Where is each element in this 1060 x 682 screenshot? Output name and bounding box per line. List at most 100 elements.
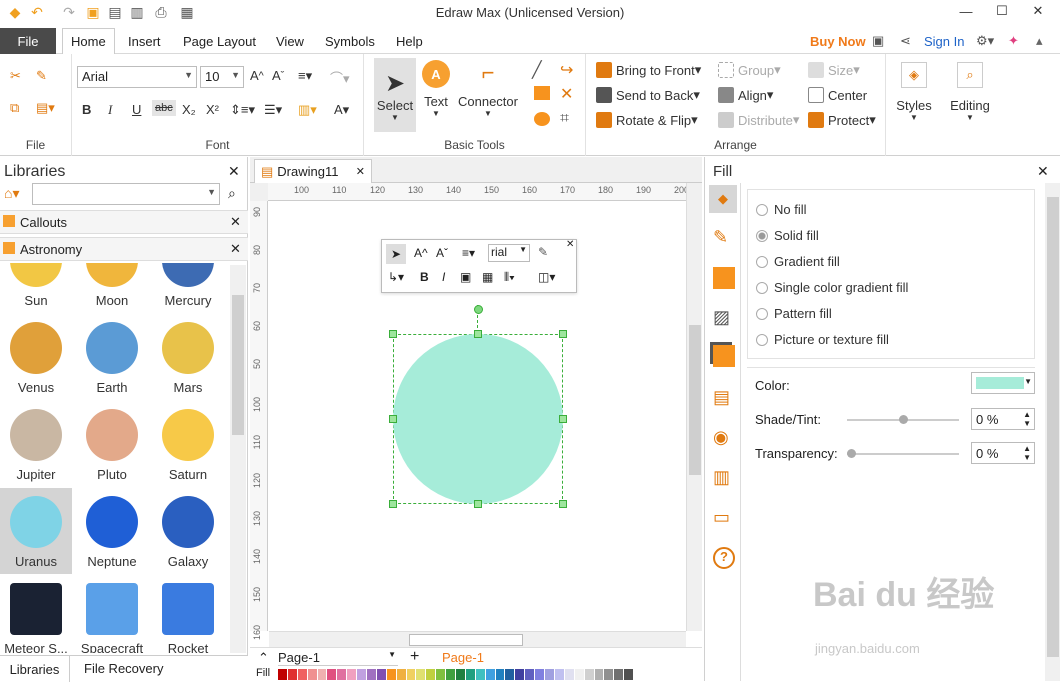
library-shape-uranus[interactable]: Uranus — [0, 488, 72, 574]
collapse-ribbon-icon[interactable]: ▴ — [1036, 28, 1043, 54]
radio-solid-fill[interactable]: Solid fill — [756, 228, 819, 243]
palette-color-swatch[interactable] — [495, 669, 506, 680]
library-shape-pluto[interactable]: Pluto — [76, 409, 148, 482]
resize-handle[interactable] — [559, 330, 567, 338]
page-setup-icon[interactable]: ▤ — [713, 387, 735, 409]
palette-color-swatch[interactable] — [376, 669, 387, 680]
page-tab[interactable]: Page-1 — [442, 650, 484, 665]
palette-color-swatch[interactable] — [337, 669, 348, 680]
palette-color-swatch[interactable] — [416, 669, 427, 680]
style-icon[interactable]: ◫▾ — [538, 270, 555, 284]
resize-handle[interactable] — [389, 330, 397, 338]
align-icon[interactable]: ≡▾ — [462, 246, 475, 260]
palette-color-swatch[interactable] — [297, 669, 308, 680]
size-button[interactable]: Size ▾ — [808, 62, 860, 78]
styles-button[interactable]: ◈ Styles ▼ — [896, 62, 932, 122]
subscript-icon[interactable]: X₂ — [182, 102, 196, 117]
search-icon[interactable]: ⌕ — [228, 185, 236, 202]
share-icon[interactable]: ⋖ — [900, 28, 911, 54]
format-painter-icon[interactable]: ✎ — [538, 245, 548, 259]
radio-pattern-fill[interactable]: Pattern fill — [756, 306, 832, 321]
paragraph-align-icon[interactable]: ≡▾ — [298, 68, 312, 84]
palette-color-swatch[interactable] — [485, 669, 496, 680]
radio-picture-fill[interactable]: Picture or texture fill — [756, 332, 889, 347]
palette-color-swatch[interactable] — [604, 669, 615, 680]
shrink-font-icon[interactable]: Aˇ — [436, 246, 448, 260]
minimize-icon[interactable]: — — [950, 0, 982, 22]
palette-color-swatch[interactable] — [426, 669, 437, 680]
palette-color-swatch[interactable] — [535, 669, 546, 680]
library-shape-rocket[interactable]: Rocket — [152, 583, 224, 653]
palette-color-swatch[interactable] — [287, 669, 298, 680]
library-shape-saturn[interactable]: Saturn — [152, 409, 224, 482]
connector-icon[interactable]: ↳▾ — [388, 270, 404, 284]
format-painter-icon[interactable]: ✎ — [36, 68, 47, 84]
connector-tool-button[interactable]: ⌐ Connector ▼ — [456, 60, 520, 118]
close-document-icon[interactable]: ✕ — [356, 165, 365, 178]
copy-icon[interactable]: ⧉ — [10, 100, 19, 116]
palette-color-swatch[interactable] — [357, 669, 368, 680]
rotate-flip-button[interactable]: Rotate & Flip ▾ — [596, 112, 698, 128]
scrollbar-thumb[interactable] — [689, 325, 701, 475]
sign-in-link[interactable]: Sign In — [924, 28, 964, 54]
protect-button[interactable]: Protect ▾ — [808, 112, 876, 128]
palette-color-swatch[interactable] — [594, 669, 605, 680]
italic-icon[interactable]: I — [108, 102, 112, 118]
settings-gear-icon[interactable]: ⚙▾ — [976, 28, 994, 54]
close-toolbar-icon[interactable]: ✕ — [566, 239, 574, 250]
scrollbar-thumb[interactable] — [409, 634, 523, 646]
comment-icon[interactable]: ▭ — [713, 507, 735, 529]
resize-handle[interactable] — [389, 415, 397, 423]
tab-libraries[interactable]: Libraries — [0, 656, 70, 682]
globe-icon[interactable]: ◉ — [713, 427, 735, 449]
buy-now-link[interactable]: Buy Now — [810, 28, 866, 54]
page-bar-collapse-icon[interactable]: ⌃ — [258, 650, 269, 666]
tab-help[interactable]: Help — [396, 28, 423, 54]
page-select[interactable]: Page-1 ▼ — [278, 650, 398, 666]
send-to-back-button[interactable]: Send to Back ▾ — [596, 87, 700, 103]
palette-color-swatch[interactable] — [317, 669, 328, 680]
fill-panel-scrollbar[interactable] — [1045, 183, 1060, 681]
palette-color-swatch[interactable] — [367, 669, 377, 680]
tab-home[interactable]: Home — [62, 28, 115, 55]
radio-no-fill[interactable]: No fill — [756, 202, 807, 217]
shadow-icon[interactable] — [713, 267, 735, 289]
arc-tool-icon[interactable]: ↪ — [560, 60, 573, 80]
library-shape-moon[interactable]: Moon — [76, 263, 148, 308]
text-highlight-icon[interactable]: ▥▾ — [298, 102, 317, 118]
palette-color-swatch[interactable] — [436, 669, 447, 680]
scrollbar-thumb[interactable] — [1047, 197, 1059, 657]
bring-to-front-button[interactable]: Bring to Front ▾ — [596, 62, 701, 78]
home-library-icon[interactable]: ⌂▾ — [4, 185, 19, 202]
palette-color-swatch[interactable] — [624, 669, 635, 680]
italic-icon[interactable]: I — [442, 270, 445, 284]
center-button[interactable]: Center — [808, 87, 867, 103]
resize-handle[interactable] — [389, 500, 397, 508]
palette-color-swatch[interactable] — [574, 669, 585, 680]
fill-bucket-icon[interactable]: ◆ — [709, 185, 737, 213]
close-category-icon[interactable]: ✕ — [230, 241, 241, 257]
ellipse-tool-icon[interactable] — [534, 112, 550, 126]
color-picker[interactable]: ▼ — [971, 372, 1035, 394]
library-search-input[interactable]: ▼ — [32, 183, 220, 205]
resize-handle[interactable] — [474, 330, 482, 338]
rectangle-tool-icon[interactable] — [534, 86, 550, 100]
palette-color-swatch[interactable] — [278, 669, 288, 680]
scrollbar-thumb[interactable] — [232, 295, 244, 435]
mini-font-select[interactable]: rial ▼ — [488, 244, 530, 262]
color-palette[interactable] — [278, 669, 635, 680]
resize-handle[interactable] — [559, 415, 567, 423]
image-icon[interactable]: ▨ — [713, 307, 735, 329]
rotation-handle[interactable] — [474, 305, 483, 314]
palette-color-swatch[interactable] — [465, 669, 476, 680]
palette-color-swatch[interactable] — [406, 669, 417, 680]
palette-color-swatch[interactable] — [446, 669, 457, 680]
canvas-horizontal-scrollbar[interactable] — [269, 631, 686, 647]
resize-handle[interactable] — [559, 500, 567, 508]
select-tool-button[interactable]: ➤ Select ▼ — [374, 58, 416, 132]
close-window-icon[interactable]: ✕ — [1022, 0, 1054, 22]
send-back-icon[interactable]: ▦ — [482, 270, 493, 284]
document-tab[interactable]: ▤ Drawing11 ✕ — [254, 159, 372, 183]
editing-button[interactable]: ⌕ Editing ▼ — [948, 62, 992, 122]
superscript-icon[interactable]: X² — [206, 102, 219, 117]
